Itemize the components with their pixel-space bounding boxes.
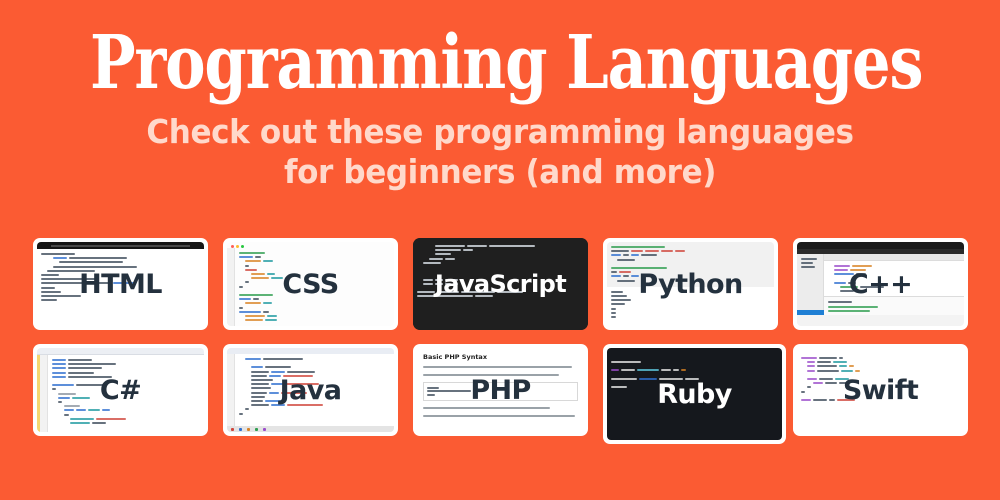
editor-body [227, 354, 394, 426]
language-card-java[interactable]: Java [223, 344, 398, 436]
thumbnail-css [227, 242, 394, 326]
thumbnail-html [37, 242, 204, 326]
language-card-ruby[interactable]: Ruby [603, 344, 786, 444]
code-lines [48, 355, 204, 432]
code-sample-box [423, 382, 578, 401]
php-doc-heading: Basic PHP Syntax [423, 353, 488, 361]
ide-titlebar [797, 242, 964, 249]
code-lines [235, 354, 394, 426]
code-lines [607, 348, 782, 392]
browser-titlebar [37, 242, 204, 249]
paragraph-line [423, 414, 575, 417]
thumbnail-php: Basic PHP Syntax [417, 348, 584, 432]
language-card-cpp[interactable]: C++ [793, 238, 968, 330]
language-card-php[interactable]: Basic PHP Syntax PHP [413, 344, 588, 436]
code-lines [797, 348, 964, 405]
editor-body [37, 355, 204, 432]
page-subtitle: Check out these programming languages fo… [30, 102, 970, 192]
titlebar-text [51, 244, 190, 247]
ide-body [797, 254, 964, 316]
subtitle-line-2: for beginners (and more) [283, 152, 717, 191]
page-title: Programming Languages [90, 20, 923, 106]
thumbnail-javascript [413, 238, 588, 330]
console-output [607, 286, 774, 322]
language-card-swift[interactable]: Swift [793, 344, 968, 436]
status-icon [255, 427, 258, 431]
line-number-gutter [40, 355, 48, 432]
language-card-python[interactable]: Python [603, 238, 778, 330]
thumbnail-swift [797, 348, 964, 432]
ide-toolbar [37, 348, 204, 355]
status-icon [263, 427, 266, 431]
poster-canvas: Programming Languages Check out these pr… [0, 0, 1000, 500]
ide-editor [824, 254, 964, 316]
header: Programming Languages Check out these pr… [0, 0, 1000, 192]
ide-status-bar [227, 426, 394, 432]
code-lines [235, 248, 394, 326]
code-lines [413, 238, 588, 301]
code-pane [607, 242, 774, 287]
editor-tabs[interactable] [824, 254, 964, 261]
ide-sidebar [797, 254, 824, 310]
thumbnail-python [607, 242, 774, 326]
thumbnail-csharp [37, 348, 204, 432]
thumbnail-cpp [797, 242, 964, 326]
editor-body [227, 248, 394, 326]
paragraph-line [423, 406, 551, 409]
line-number-gutter [227, 354, 235, 426]
status-icon [231, 427, 234, 431]
status-icon [247, 427, 250, 431]
language-card-css[interactable]: CSS [223, 238, 398, 330]
language-card-csharp[interactable]: C# [33, 344, 208, 436]
status-icon [239, 427, 242, 431]
code-lines [37, 249, 204, 305]
paragraph-line [423, 366, 572, 368]
language-card-javascript[interactable]: JavaScript [413, 238, 588, 330]
thumbnail-java [227, 348, 394, 432]
code-lines [824, 261, 964, 296]
ide-terminal-panel [824, 296, 964, 316]
language-card-html[interactable]: HTML [33, 238, 208, 330]
thumbnail-ruby [607, 348, 782, 440]
line-number-gutter [227, 248, 235, 326]
paragraph-line [423, 374, 560, 376]
language-card-grid: HTML CSS JavaScript Python C++ C# Java B… [33, 238, 968, 444]
subtitle-line-1: Check out these programming languages [146, 112, 854, 151]
